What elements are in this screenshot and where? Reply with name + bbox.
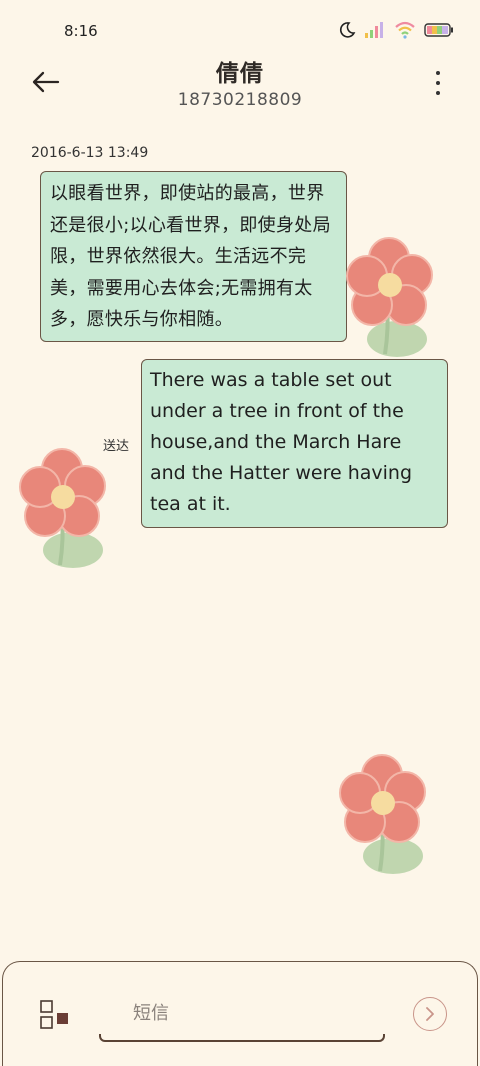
send-arrow-icon xyxy=(426,1007,434,1021)
attach-button[interactable] xyxy=(39,999,71,1031)
battery-icon xyxy=(424,23,453,37)
sms-input[interactable] xyxy=(99,992,385,1034)
flower-decoration-icon xyxy=(19,448,106,568)
moon-icon xyxy=(339,22,356,38)
message-timestamp: 2016-6-13 13:49 xyxy=(31,145,149,161)
attachment-icon xyxy=(40,1000,68,1029)
incoming-message-bubble[interactable]: 以眼看世界，即使站的最高，世界还是很小;以心看世界，即使身处局限，世界依然很大。… xyxy=(40,171,347,342)
signal-icon xyxy=(365,22,383,38)
contact-title: 倩倩 18730218809 xyxy=(0,54,480,110)
contact-name: 倩倩 xyxy=(216,61,264,87)
flower-decoration-icon xyxy=(346,237,433,357)
outgoing-message-bubble[interactable]: There was a table set out under a tree i… xyxy=(141,359,448,528)
wifi-icon xyxy=(395,21,415,39)
sms-input-wrap xyxy=(99,992,385,1044)
contact-number: 18730218809 xyxy=(177,90,303,110)
conversation-header: 倩倩 18730218809 xyxy=(0,50,480,120)
status-icons xyxy=(338,21,454,39)
send-button[interactable] xyxy=(413,997,447,1031)
message-composer xyxy=(2,961,478,1066)
flower-decoration-icon xyxy=(339,754,426,874)
input-underline xyxy=(99,1034,385,1042)
status-time: 8:16 xyxy=(64,22,98,40)
more-vertical-icon xyxy=(436,71,440,75)
more-options-button[interactable] xyxy=(430,68,446,98)
